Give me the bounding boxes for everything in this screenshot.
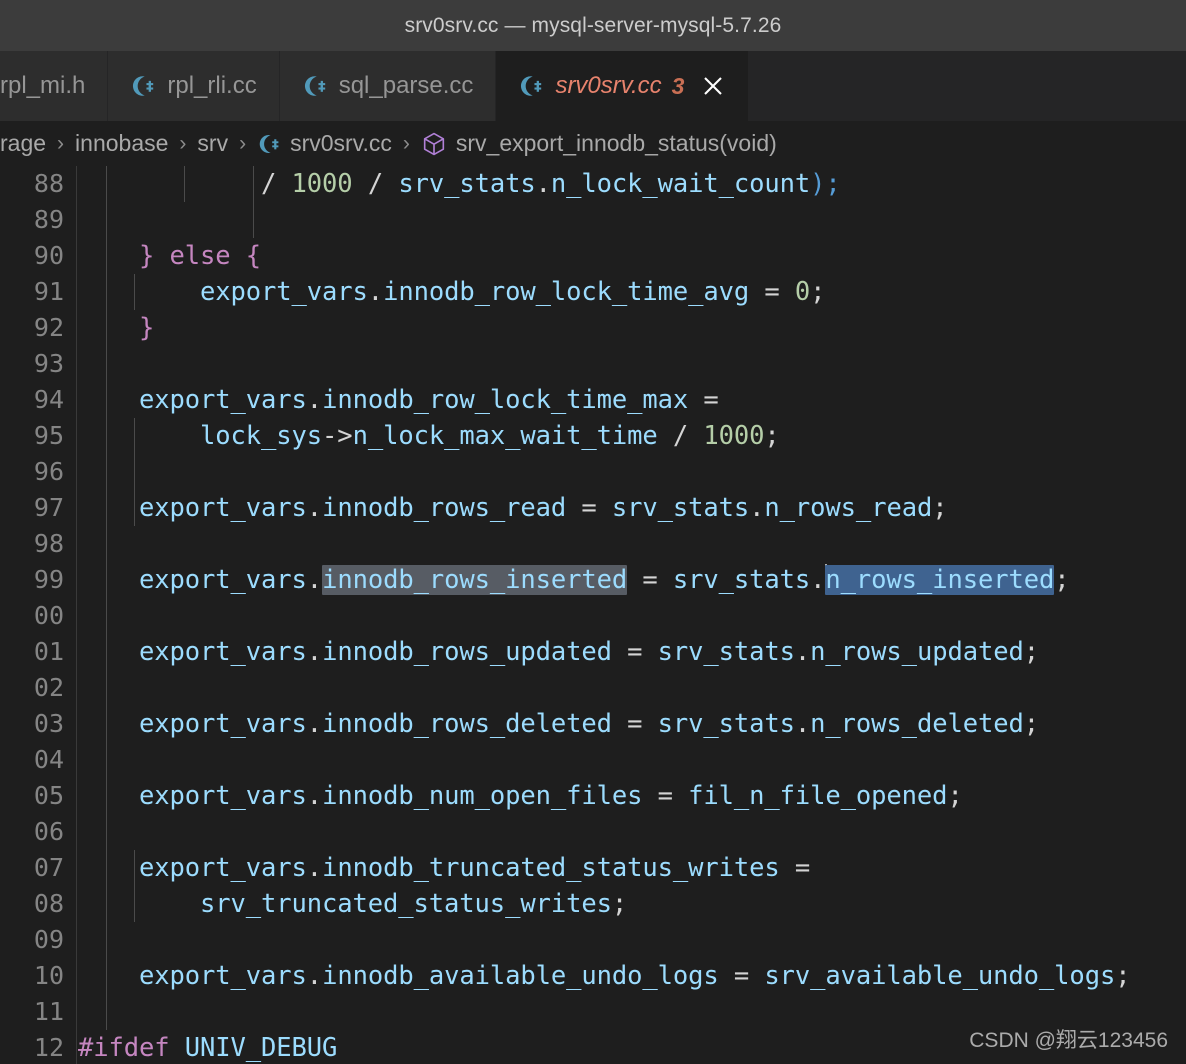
breadcrumb-label: innobase: [75, 130, 169, 156]
line-number-gutter: 88 89 90 91 92 93 94 95 96 97 98 99 00 0…: [0, 166, 77, 1064]
csdn-watermark: CSDN @翔云123456: [969, 1029, 1168, 1052]
line-number: 12: [33, 1033, 64, 1062]
line-number: 06: [33, 817, 64, 846]
tab-bar-empty-space: [749, 51, 1186, 121]
line-number: 99: [33, 565, 64, 594]
breadcrumb-item-srv[interactable]: srv: [197, 130, 228, 157]
code-line[interactable]: #ifdef UNIV_DEBUG: [78, 1030, 337, 1064]
cpp-file-icon: [302, 73, 339, 99]
tab-unsaved-count-badge: 3: [671, 72, 685, 99]
line-number: 93: [33, 349, 64, 378]
code-line[interactable]: lock_sys->n_lock_max_wait_time / 1000;: [78, 418, 780, 454]
line-number: 02: [33, 673, 64, 702]
tab-rpl_mi-h[interactable]: rpl_mi.h: [0, 51, 109, 121]
tab-rpl_rli-cc[interactable]: rpl_rli.cc: [108, 51, 280, 121]
code-line[interactable]: export_vars.innodb_rows_deleted = srv_st…: [78, 706, 1039, 742]
line-number: 07: [33, 853, 64, 882]
line-number: 96: [33, 457, 64, 486]
line-number: 94: [33, 385, 64, 414]
breadcrumb-separator: ›: [239, 131, 247, 155]
breadcrumb: rage › innobase › srv › srv0srv.cc › srv…: [0, 121, 1186, 166]
word-highlight[interactable]: innodb_rows_inserted: [322, 565, 627, 595]
tab-sql_parse-cc[interactable]: sql_parse.cc: [279, 51, 497, 121]
line-number: 88: [33, 169, 64, 198]
symbol-cube-icon: [421, 131, 456, 157]
code-content[interactable]: / 1000 / srv_stats.n_lock_wait_count); }…: [78, 166, 1186, 1064]
breadcrumb-item-srv0srv-cc[interactable]: srv0srv.cc: [257, 130, 392, 157]
breadcrumb-label: srv0srv.cc: [290, 130, 392, 156]
tab-label: rpl_rli.cc: [167, 72, 257, 99]
line-number: 95: [33, 421, 64, 450]
cpp-file-icon: [518, 73, 555, 99]
breadcrumb-item-symbol[interactable]: srv_export_innodb_status(void): [421, 130, 777, 157]
cpp-file-icon: [257, 132, 290, 156]
code-editor[interactable]: 88 89 90 91 92 93 94 95 96 97 98 99 00 0…: [0, 166, 1186, 1064]
breadcrumb-label: srv: [197, 130, 229, 156]
cpp-file-icon: [130, 73, 167, 99]
code-line[interactable]: export_vars.innodb_num_open_files = fil_…: [78, 778, 963, 814]
code-line[interactable]: export_vars.innodb_rows_updated = srv_st…: [78, 634, 1039, 670]
line-number: 00: [33, 601, 64, 630]
code-line[interactable]: } else {: [78, 238, 261, 274]
tab-label: rpl_mi.h: [0, 72, 86, 99]
line-number: 09: [33, 925, 64, 954]
window-title: srv0srv.cc — mysql-server-mysql-5.7.26: [404, 13, 782, 37]
line-number: 03: [33, 709, 64, 738]
line-number: 08: [33, 889, 64, 918]
breadcrumb-label: srv_export_innodb_status(void): [455, 130, 777, 156]
line-number: 05: [33, 781, 64, 810]
window-title-bar: srv0srv.cc — mysql-server-mysql-5.7.26: [0, 0, 1186, 51]
code-line[interactable]: export_vars.innodb_row_lock_time_max =: [78, 382, 719, 418]
line-number: 91: [33, 277, 64, 306]
breadcrumb-item-innobase[interactable]: innobase: [75, 130, 168, 157]
code-line[interactable]: / 1000 / srv_stats.n_lock_wait_count);: [78, 166, 841, 202]
line-number: 04: [33, 745, 64, 774]
breadcrumb-separator: ›: [402, 131, 410, 155]
tab-srv0srv-cc[interactable]: srv0srv.cc 3: [496, 51, 750, 121]
code-line[interactable]: srv_truncated_status_writes;: [78, 886, 627, 922]
tab-label: srv0srv.cc: [555, 72, 662, 99]
breadcrumb-item-storage[interactable]: rage: [0, 130, 46, 157]
line-number: 01: [33, 637, 64, 666]
line-number: 90: [33, 241, 64, 270]
code-line[interactable]: export_vars.innodb_rows_read = srv_stats…: [78, 490, 948, 526]
text-selection[interactable]: n_rows_inserted: [825, 565, 1054, 595]
breadcrumb-separator: ›: [57, 131, 65, 155]
breadcrumb-separator: ›: [179, 131, 187, 155]
code-line-selected[interactable]: export_vars.innodb_rows_inserted = srv_s…: [78, 562, 1070, 598]
code-line[interactable]: export_vars.innodb_available_undo_logs =…: [78, 958, 1131, 994]
line-number: 89: [33, 205, 64, 234]
line-number: 92: [33, 313, 64, 342]
code-line[interactable]: export_vars.innodb_row_lock_time_avg = 0…: [78, 274, 826, 310]
line-number: 10: [33, 961, 64, 990]
line-number: 98: [33, 529, 64, 558]
breadcrumb-label: rage: [0, 130, 47, 156]
code-line[interactable]: export_vars.innodb_truncated_status_writ…: [78, 850, 810, 886]
code-line[interactable]: }: [78, 310, 154, 346]
line-number: 97: [33, 493, 64, 522]
tab-label: sql_parse.cc: [338, 72, 474, 99]
line-number: 11: [33, 997, 64, 1026]
close-icon[interactable]: [700, 73, 726, 99]
editor-tab-bar: rpl_mi.h rpl_rli.cc sql_parse.cc srv0srv…: [0, 51, 1186, 121]
